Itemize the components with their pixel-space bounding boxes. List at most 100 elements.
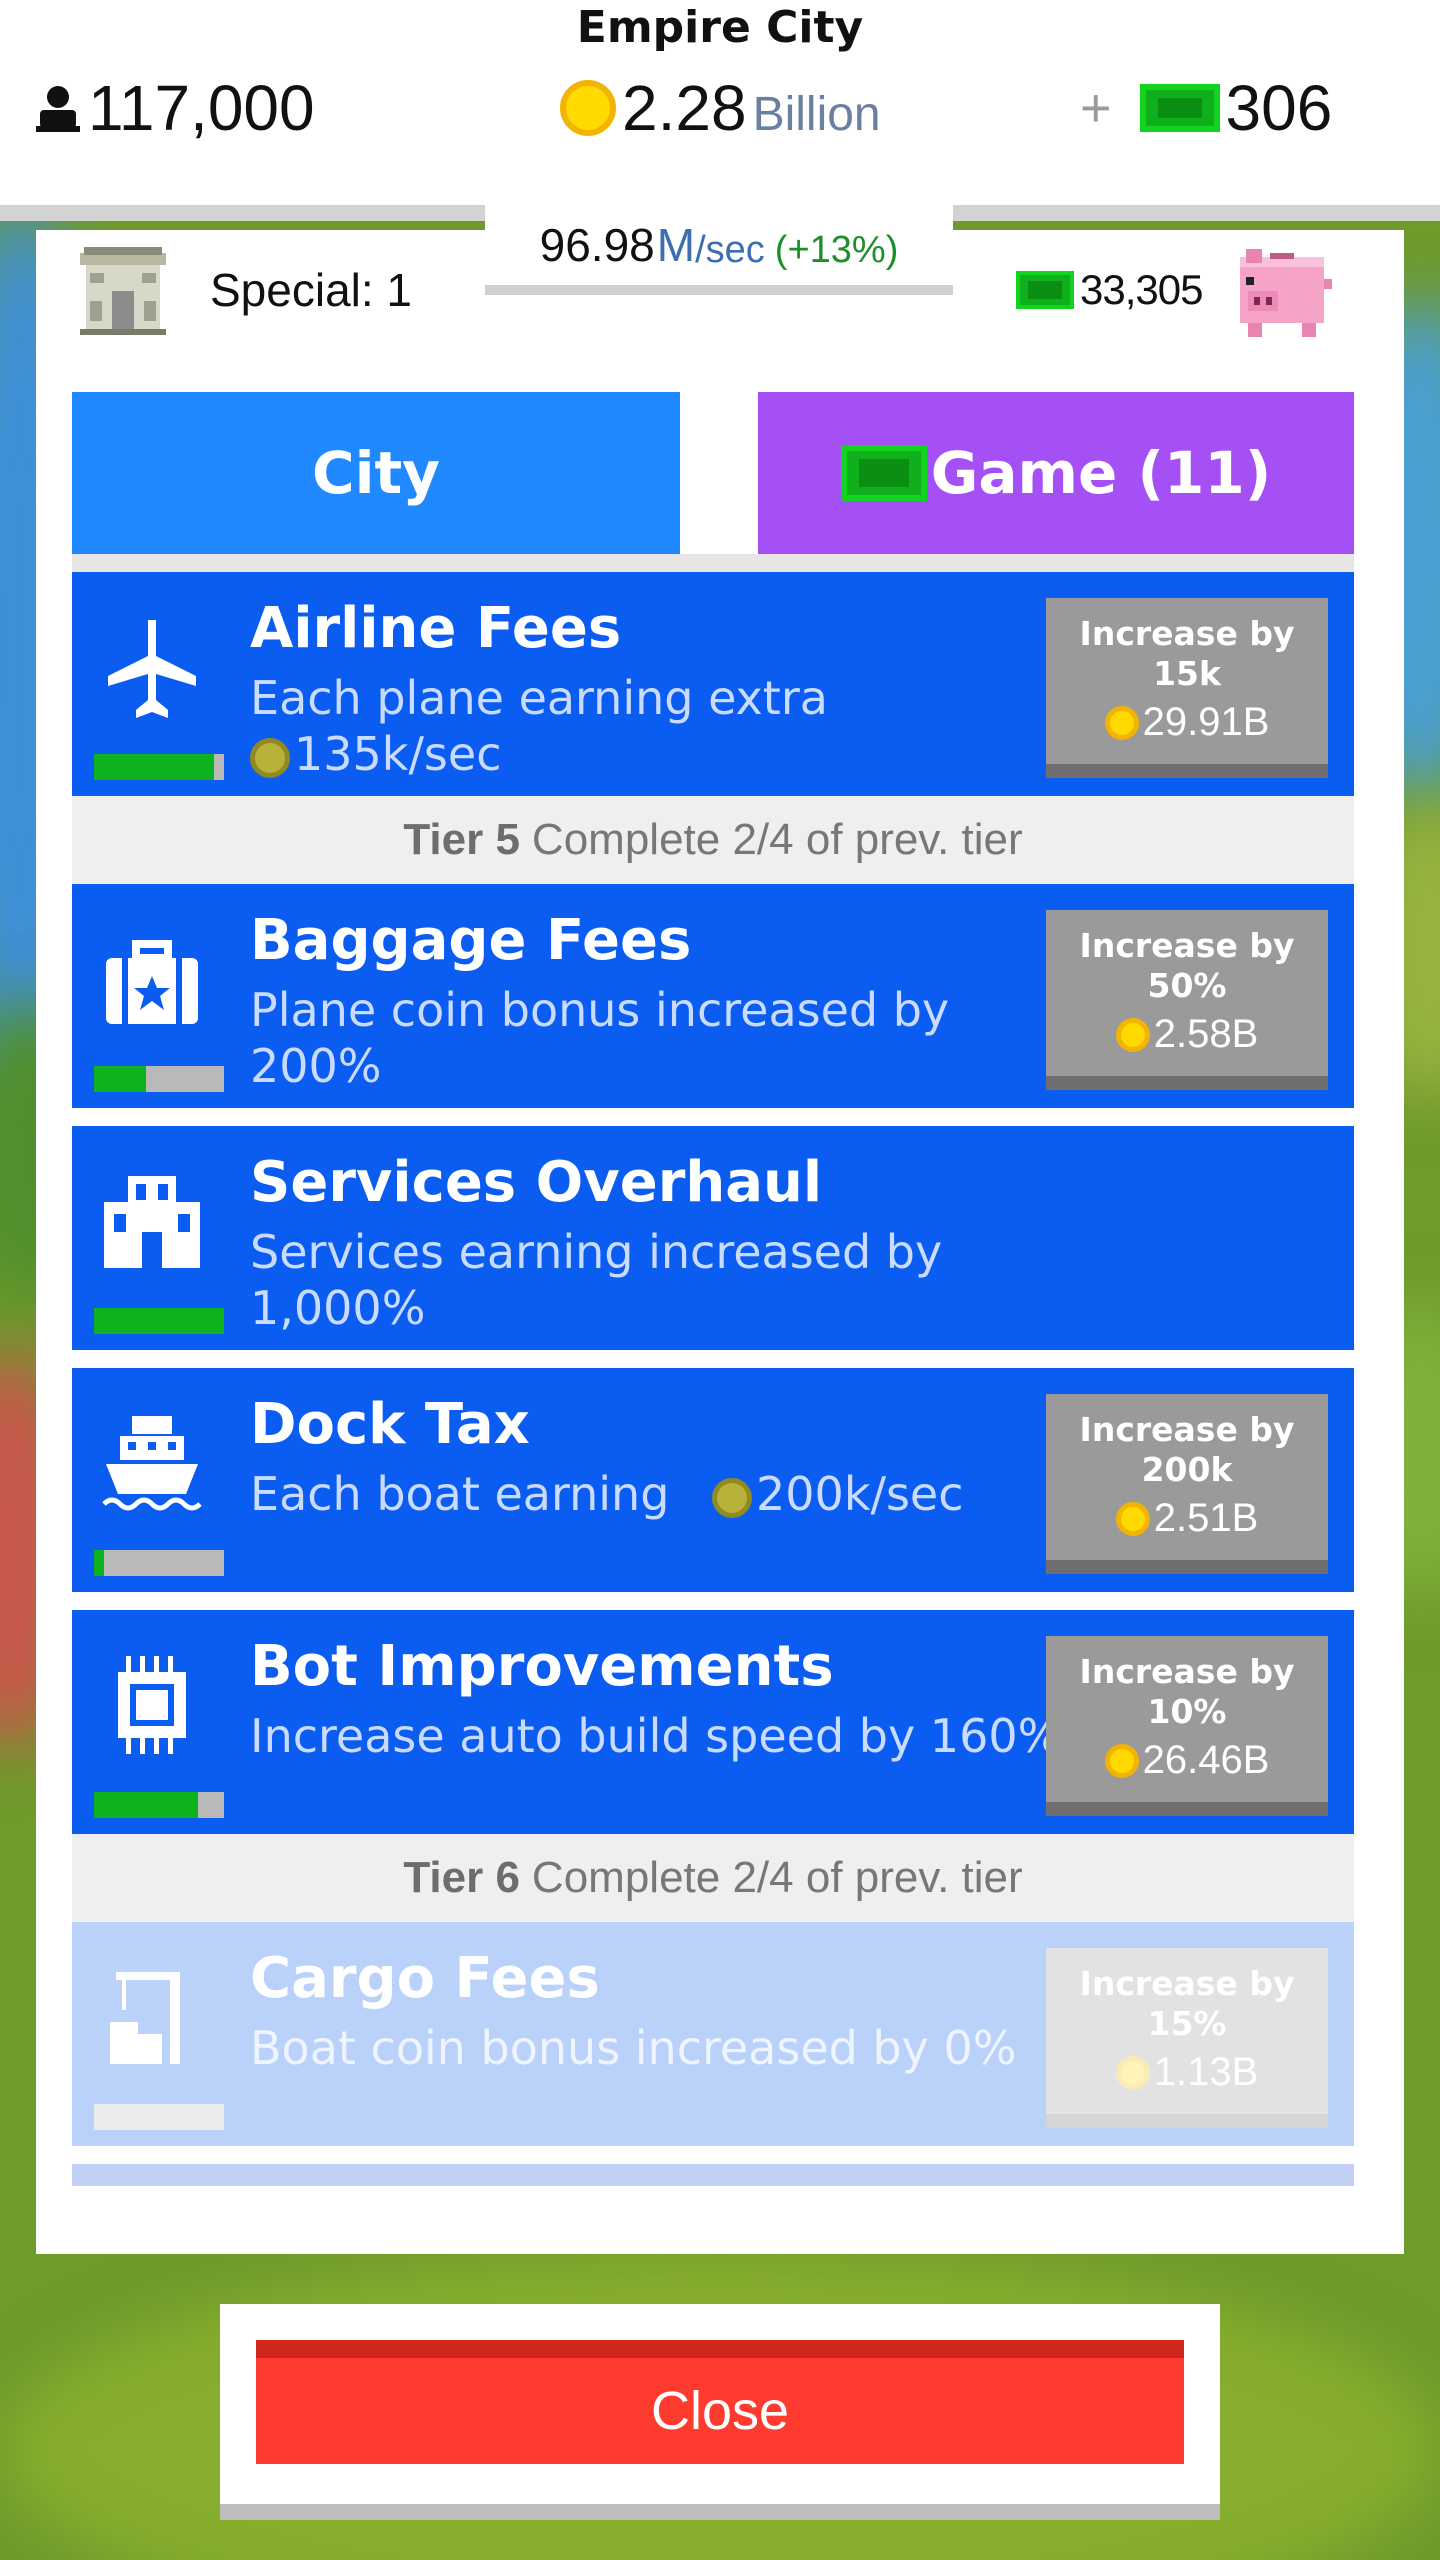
piggy-bank[interactable]: 33,305	[986, 232, 1404, 348]
upgrade-desc-text: Each boat earning	[250, 1467, 670, 1521]
price: 2.51B	[1046, 1496, 1328, 1541]
increase-amount: 10%	[1147, 1692, 1227, 1731]
increase-label: Increase by 50%	[1046, 910, 1328, 1006]
increase-amount: 15k	[1153, 654, 1221, 693]
tab-game[interactable]: Game (11)	[758, 392, 1354, 554]
upgrade-desc-value: 135k/sec	[294, 727, 502, 781]
upgrade-progress	[94, 754, 224, 780]
upgrade-title: Dock Tax	[250, 1392, 530, 1457]
top-header: Empire City 117,000 2.28 Billion + 306	[0, 0, 1440, 205]
price: 26.46B	[1046, 1738, 1328, 1783]
increase-text: Increase by	[1079, 926, 1295, 965]
person-icon	[36, 86, 80, 132]
coin-icon	[560, 80, 616, 136]
coin-icon	[250, 737, 290, 778]
tab-city[interactable]: City	[72, 392, 680, 554]
upgrade-row: Services Overhaul Services earning incre…	[72, 1126, 1354, 1350]
upgrade-description: Services earning increased by 1,000%	[250, 1225, 943, 1335]
coin-icon	[1104, 1743, 1139, 1778]
upgrade-progress	[94, 1792, 224, 1818]
upgrade-description: Each plane earning extra 135k/sec	[250, 670, 1080, 782]
upgrade-row: Bot Improvements Increase auto build spe…	[72, 1610, 1354, 1834]
bank-value: 33,305	[1080, 266, 1203, 313]
cash-value: 306	[1225, 72, 1333, 144]
tier-requirement: Complete 2/4 of prev. tier	[531, 1853, 1023, 1902]
airplane-icon	[108, 620, 196, 718]
increase-label: Increase by 10%	[1046, 1636, 1328, 1732]
upgrade-progress	[94, 1550, 224, 1576]
coins-stat: 2.28 Billion	[560, 68, 881, 148]
piggy-bank-icon	[1240, 249, 1333, 337]
price: 1.13B	[1046, 2050, 1328, 2095]
add-cash-button[interactable]: +	[1080, 77, 1112, 139]
upgrade-progress	[94, 2104, 224, 2130]
price-value: 2.51B	[1153, 1496, 1259, 1540]
upgrade-progress	[94, 1308, 224, 1334]
rate-value: 96.98	[539, 219, 655, 271]
increase-button[interactable]: Increase by 15k 29.91B	[1046, 598, 1328, 778]
increase-text: Increase by	[1079, 1652, 1295, 1691]
upgrade-title: Baggage Fees	[250, 908, 692, 973]
population-value: 117,000	[88, 72, 315, 144]
increase-amount: 200k	[1141, 1450, 1233, 1489]
upgrade-desc-value: 200k/sec	[756, 1467, 964, 1521]
progress-fill	[94, 1308, 224, 1334]
progress-fill	[94, 1792, 198, 1818]
close-label: Close	[650, 2381, 790, 2441]
cash-stat[interactable]: + 306	[1080, 68, 1332, 148]
city-name: Empire City	[576, 2, 864, 53]
upgrade-description: Each boat earning 200k/sec	[250, 1466, 1080, 1522]
tier-header: Tier 5 Complete 2/4 of prev. tier	[72, 796, 1354, 884]
income-rate: 96.98 M /sec (+13%)	[485, 205, 953, 295]
close-container: Close	[220, 2304, 1220, 2520]
tab-city-label: City	[312, 439, 440, 507]
chip-icon	[118, 1656, 186, 1754]
increase-button[interactable]: Increase by 10% 26.46B	[1046, 1636, 1328, 1816]
upgrade-row-locked: Cargo Fees Boat coin bonus increased by …	[72, 1922, 1354, 2146]
progress-fill	[94, 1066, 146, 1092]
coin-icon	[1115, 1017, 1150, 1052]
price: 2.58B	[1046, 1012, 1328, 1057]
progress-fill	[94, 754, 214, 780]
coins-value: 2.28	[622, 72, 747, 144]
close-button[interactable]: Close	[256, 2340, 1184, 2464]
rate-bonus: (+13%)	[774, 228, 899, 271]
coins-unit: Billion	[752, 87, 881, 141]
increase-label: Increase by 200k	[1046, 1394, 1328, 1490]
increase-button[interactable]: Increase by 15% 1.13B	[1046, 1948, 1328, 2128]
upgrade-title: Airline Fees	[250, 596, 622, 661]
tab-game-label: Game (11)	[930, 439, 1272, 507]
coin-icon	[1104, 705, 1139, 740]
tier-header: Tier 6 Complete 2/4 of prev. tier	[72, 1834, 1354, 1922]
price: 29.91B	[1046, 700, 1328, 745]
suitcase-icon	[106, 940, 198, 1024]
progress-fill	[94, 1550, 105, 1576]
increase-label: Increase by 15%	[1046, 1948, 1328, 2044]
increase-button[interactable]: Increase by 50% 2.58B	[1046, 910, 1328, 1090]
upgrade-description: Increase auto build speed by 160%	[250, 1709, 1062, 1763]
upgrade-row: Dock Tax Each boat earning 200k/sec Incr…	[72, 1368, 1354, 1592]
price-value: 26.46B	[1142, 1738, 1270, 1782]
upgrade-list[interactable]: Airline Fees Each plane earning extra 13…	[72, 572, 1354, 2186]
upgrade-description: Boat coin bonus increased by 0%	[250, 2021, 1017, 2075]
increase-amount: 15%	[1147, 2004, 1227, 2043]
rate-per: /sec	[695, 228, 765, 271]
population-stat: 117,000	[36, 68, 315, 148]
cash-icon	[1016, 271, 1074, 309]
increase-label: Increase by 15k	[1046, 598, 1328, 694]
upgrade-desc-text: Each plane earning extra	[250, 671, 828, 725]
building-icon	[104, 1176, 200, 1268]
price-value: 2.58B	[1153, 1012, 1259, 1056]
upgrade-title: Bot Improvements	[250, 1634, 834, 1699]
coin-icon	[1115, 2055, 1150, 2090]
special-badge[interactable]: Special: 1	[36, 232, 452, 348]
arch-icon	[80, 247, 166, 335]
upgrade-description: Plane coin bonus increased by 200%	[250, 983, 950, 1093]
rate-unit: M	[656, 219, 696, 271]
increase-button[interactable]: Increase by 200k 2.51B	[1046, 1394, 1328, 1574]
upgrade-row: Airline Fees Each plane earning extra 13…	[72, 572, 1354, 796]
crane-icon	[110, 1972, 180, 2064]
price-value: 1.13B	[1153, 2050, 1259, 2094]
cash-icon	[1139, 84, 1220, 132]
tier-requirement: Complete 2/4 of prev. tier	[531, 815, 1023, 864]
